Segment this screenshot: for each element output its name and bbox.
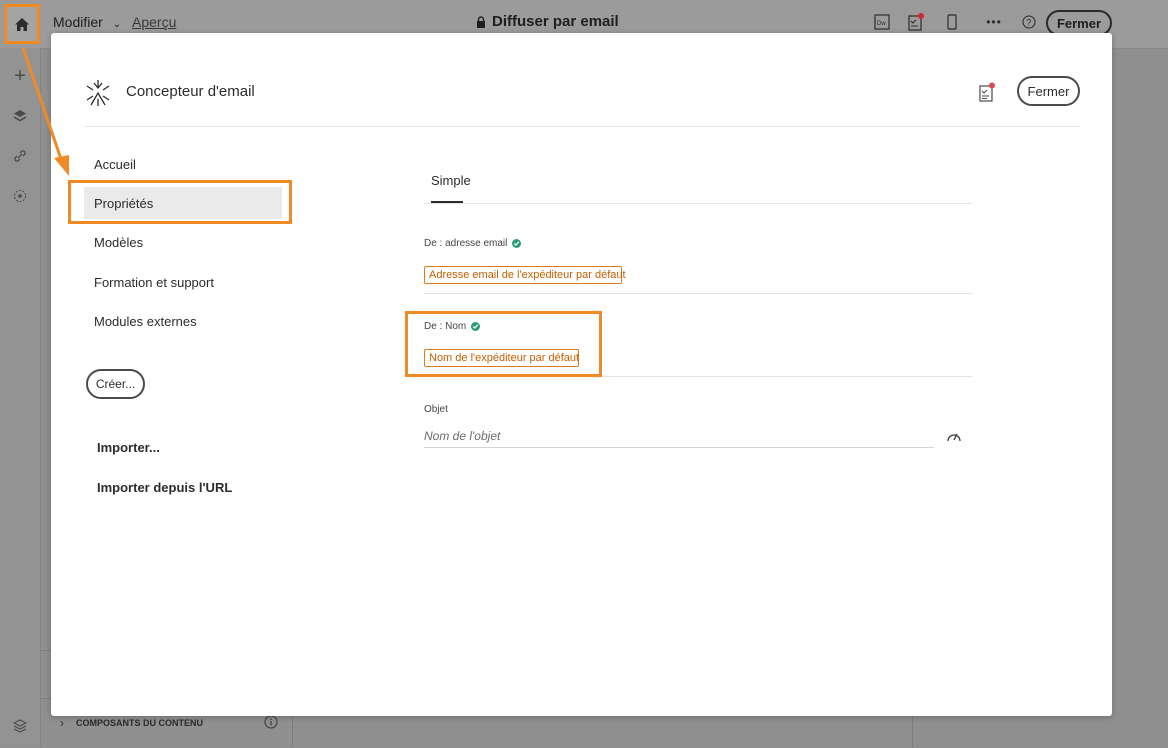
personalization-icon [13,189,27,203]
import-from-url-link[interactable]: Importer depuis l'URL [97,480,232,495]
nav-item-formation-support[interactable]: Formation et support [94,275,214,290]
lock-icon [477,15,485,28]
more-icon: ••• [986,15,1002,29]
chevron-right-icon: › [60,716,64,730]
create-button[interactable]: Créer... [86,369,145,399]
menu-preview[interactable]: Aperçu [132,14,176,30]
modal-close-button[interactable]: Fermer [1017,76,1080,106]
structure-icon [13,719,27,733]
dreamweaver-icon: Dw [874,14,890,30]
subject-input[interactable] [424,425,934,448]
email-designer-logo-icon [86,80,110,106]
check-circle-icon [512,239,522,248]
from-email-field[interactable]: Adresse email de l'expéditeur par défaut [424,266,626,284]
subject-label-text: Objet [424,404,448,415]
svg-text:Dw: Dw [877,21,886,27]
dreamweaver-button[interactable]: Dw [873,12,891,32]
from-email-label-text: De : adresse email [424,238,508,249]
properties-highlight-box [68,180,292,224]
checklist-button[interactable] [907,12,925,32]
content-components-label: COMPOSANTS DU CONTENU [76,718,204,728]
from-email-label: De : adresse email [424,238,522,249]
link-button[interactable] [8,144,32,168]
email-designer-modal: Concepteur d'email Fermer Accueil Propri… [51,33,1112,716]
header-divider [84,126,1080,127]
layers-button[interactable] [8,104,32,128]
from-name-highlight-box [405,311,602,377]
checklist-icon[interactable] [978,81,996,103]
document-title-text: Diffuser par email [492,13,619,30]
info-icon [264,715,278,729]
nav-item-modeles[interactable]: Modèles [94,235,143,250]
app-title: Concepteur d'email [126,83,255,100]
layers-icon [13,110,27,122]
menu-modify-label: Modifier [53,14,103,30]
subject-label: Objet [424,404,448,415]
document-title: Diffuser par email [476,13,619,30]
nav-item-modules-externes[interactable]: Modules externes [94,314,197,329]
checklist-icon [908,13,924,31]
add-icon[interactable]: + [8,64,32,88]
help-button[interactable]: ? [1020,12,1038,32]
home-button[interactable] [4,4,40,44]
structure-button[interactable] [8,714,32,738]
link-icon [14,150,26,162]
mobile-preview-button[interactable] [943,12,961,32]
tab-divider [424,203,972,204]
home-icon [15,17,29,31]
left-rail: + [0,48,41,747]
help-icon: ? [1022,15,1036,29]
personalization-button[interactable] [8,184,32,208]
chevron-down-icon: ⌄ [112,19,122,30]
import-link[interactable]: Importer... [97,440,160,455]
menu-modify[interactable]: Modifier ⌄ [53,14,121,30]
mobile-icon [947,14,957,30]
tab-simple[interactable]: Simple [431,173,471,188]
field-divider [424,293,972,294]
more-button[interactable]: ••• [985,12,1003,32]
svg-text:?: ? [1026,18,1031,28]
gauge-icon[interactable] [946,429,962,443]
nav-item-accueil[interactable]: Accueil [94,157,136,172]
